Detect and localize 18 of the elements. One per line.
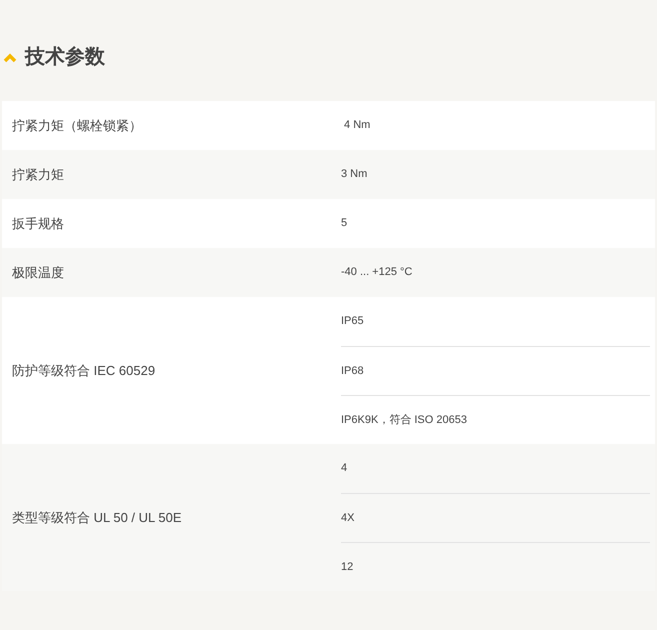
parameter-label: 防护等级符合 IEC 60529 <box>12 362 156 380</box>
chevron-up-icon[interactable] <box>3 53 17 63</box>
parameter-value: IP6K9K，符合 ISO 20653 <box>341 412 467 428</box>
parameter-value: -40 ... +125 °C <box>341 265 412 280</box>
parameter-value: 12 <box>341 560 354 575</box>
section-title: 技术参数 <box>25 45 105 70</box>
parameter-value: IP68 <box>341 364 364 379</box>
parameter-value: 3 Nm <box>341 167 368 182</box>
parameter-label: 扳手规格 <box>12 214 64 233</box>
parameter-value: 4 Nm <box>343 118 370 134</box>
parameter-value: 5 <box>341 216 348 232</box>
parameter-label: 极限温度 <box>12 264 64 282</box>
parameter-label: 拧紧力矩（螺栓锁紧） <box>12 116 142 135</box>
parameter-value: IP65 <box>341 314 364 330</box>
parameter-label: 类型等级符合 UL 50 / UL 50E <box>12 508 182 527</box>
parameter-value: 4 <box>341 461 348 476</box>
parameter-label: 拧紧力矩 <box>12 166 64 184</box>
parameter-value: 4X <box>341 510 354 526</box>
